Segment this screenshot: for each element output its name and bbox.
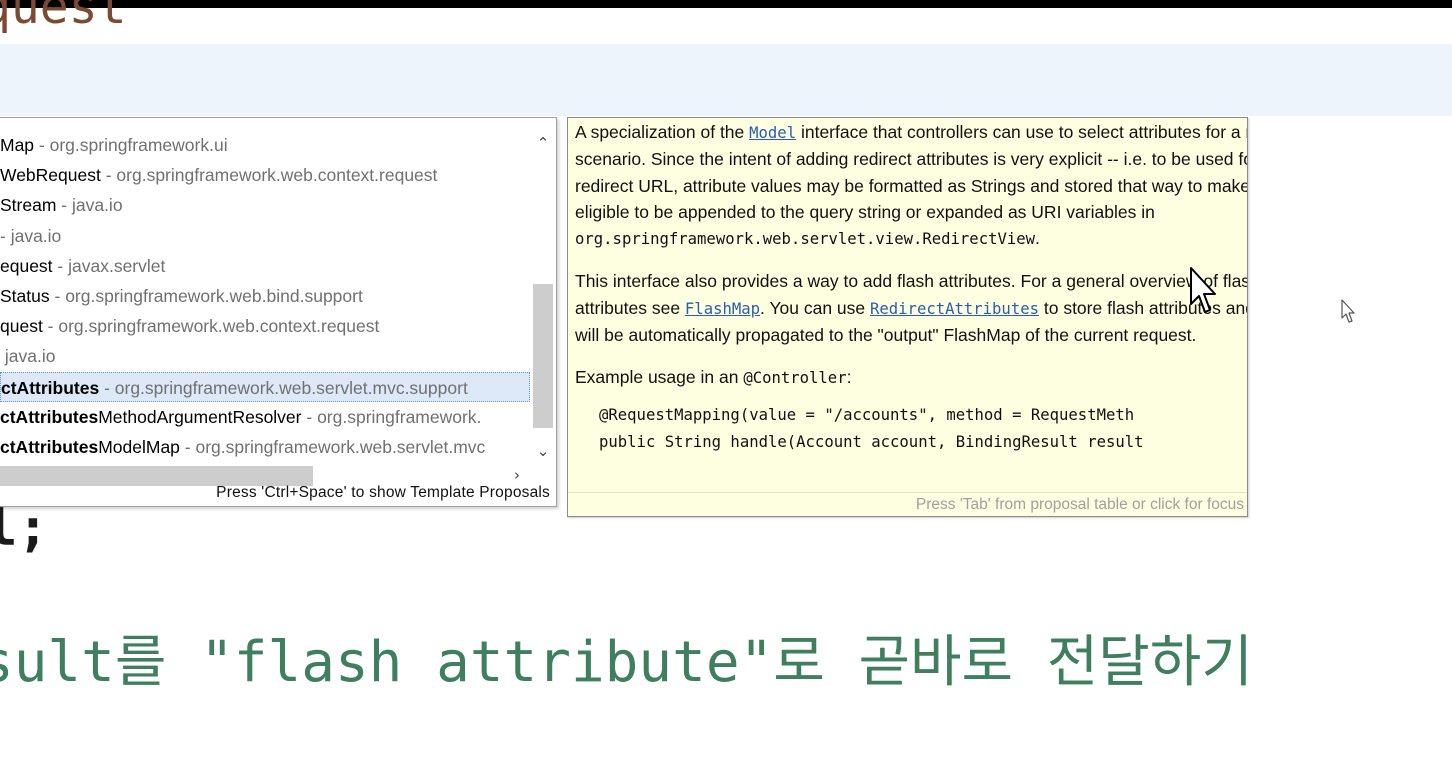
javadoc-hover[interactable]: A specialization of the Model interface … [567,117,1248,517]
proposal-item[interactable]: Status - org.springframework.web.bind.su… [0,281,530,311]
proposal-package: java.io [4,346,56,367]
proposal-separator: - [99,377,115,398]
proposal-package: org.springframework.ui [49,135,228,155]
proposal-package: org.springframework.web.bind.support [65,285,363,306]
proposal-item[interactable]: Map - org.springframework.ui [0,130,530,160]
proposal-item[interactable]: equest - javax.servlet [0,251,530,281]
proposal-item[interactable]: - java.io [0,221,530,251]
scroll-down-icon[interactable]: ⌄ [531,440,555,462]
proposal-type-name: Map [0,135,35,155]
proposal-separator: - [34,135,50,155]
scroll-up-icon[interactable]: ⌃ [531,132,555,154]
code-line-semicolon: l; [0,498,49,558]
javadoc-content: A specialization of the Model interface … [575,119,1247,456]
proposal-vertical-scrollbar[interactable]: ⌃ ⌄ [531,130,555,462]
model-link[interactable]: Model [749,124,796,142]
redirectattributes-link[interactable]: RedirectAttributes [870,300,1039,318]
proposal-package: org.springframework. [317,406,482,427]
proposal-separator: - [179,436,196,457]
javadoc-footer-hint: Press 'Tab' from proposal table or click… [568,492,1247,516]
proposal-package: java.io [71,195,123,216]
doc-text: A specialization of the [575,122,750,142]
proposal-package: org.springframework.web.context.request [58,316,380,337]
proposal-type-name: equest [0,255,53,276]
proposal-item[interactable]: java.io [0,341,530,371]
proposal-separator: - [56,195,72,216]
proposal-package: java.io [10,225,62,246]
proposal-type-name: quest [0,316,43,337]
code-line-top: quest [0,0,127,35]
proposal-type-name: Status [0,285,50,306]
proposal-item[interactable]: quest - org.springframework.web.context.… [0,311,530,341]
doc-text: . [1035,228,1040,249]
mouse-pointer-icon [1341,299,1355,323]
doc-code-block-line: public String handle(Account account, Bi… [599,432,1144,451]
doc-code-block-line: @RequestMapping(value = "/accounts", met… [599,405,1135,424]
doc-code-inline: org.springframework.web.servlet.view.Red… [575,230,1036,249]
doc-code-inline: @Controller [743,369,847,388]
proposal-item[interactable]: ctAttributes - org.springframework.web.s… [0,371,530,402]
proposal-list[interactable]: Map - org.springframework.ui WebRequest -… [0,130,530,462]
proposal-match-text: ctAttributes [0,436,99,457]
flashmap-link[interactable]: FlashMap [685,300,760,318]
hscrollbar-thumb[interactable] [0,466,313,486]
proposal-footer-hint: Press 'Ctrl+Space' to show Template Prop… [216,484,550,501]
doc-text: . You can use [760,297,870,318]
proposal-package: org.springframework.web.servlet.mvc [195,436,486,457]
doc-text: Example usage in an [575,367,744,388]
proposal-separator: - [52,255,69,276]
proposal-type-name: MethodArgumentResolver [98,406,302,427]
doc-paragraph-2: This interface also provides a way to ad… [575,268,1247,348]
proposal-type-name: ModelMap [98,436,180,457]
proposal-package: org.springframework.web.servlet.mvc.supp… [114,377,468,398]
doc-paragraph-3: Example usage in an @Controller: [575,364,1247,391]
proposal-match-text: ctAttributes [1,377,100,398]
proposal-type-name: Stream [0,195,57,216]
proposal-separator: - [301,406,318,427]
proposal-package: javax.servlet [68,255,166,276]
proposal-separator: - [42,316,59,337]
doc-paragraph-1: A specialization of the Model interface … [575,119,1247,252]
current-line-highlight [0,44,1452,116]
mouse-pointer-icon [1190,267,1216,313]
doc-text: : [846,367,852,388]
proposal-match-text: ctAttributes [0,406,99,427]
scrollbar-thumb[interactable] [533,284,553,428]
code-comment-line[interactable]: sult를 "flash attribute"로 곧바로 전달하기 [0,628,1253,698]
proposal-type-name: WebRequest [0,165,101,186]
proposal-item[interactable]: WebRequest - org.springframework.web.con… [0,160,530,190]
proposal-separator: - [49,285,66,306]
proposal-separator: - [0,225,11,246]
content-assist-popup[interactable]: Map - org.springframework.ui WebRequest -… [0,117,557,507]
proposal-package: org.springframework.web.context.request [116,165,438,186]
window-top-edge [0,0,1452,8]
proposal-item[interactable]: Stream - java.io [0,190,530,220]
proposal-separator: - [100,165,117,186]
proposal-item[interactable]: ctAttributesModelMap - org.springframewo… [0,432,530,462]
proposal-item[interactable]: ctAttributesMethodArgumentResolver - org… [0,402,530,432]
